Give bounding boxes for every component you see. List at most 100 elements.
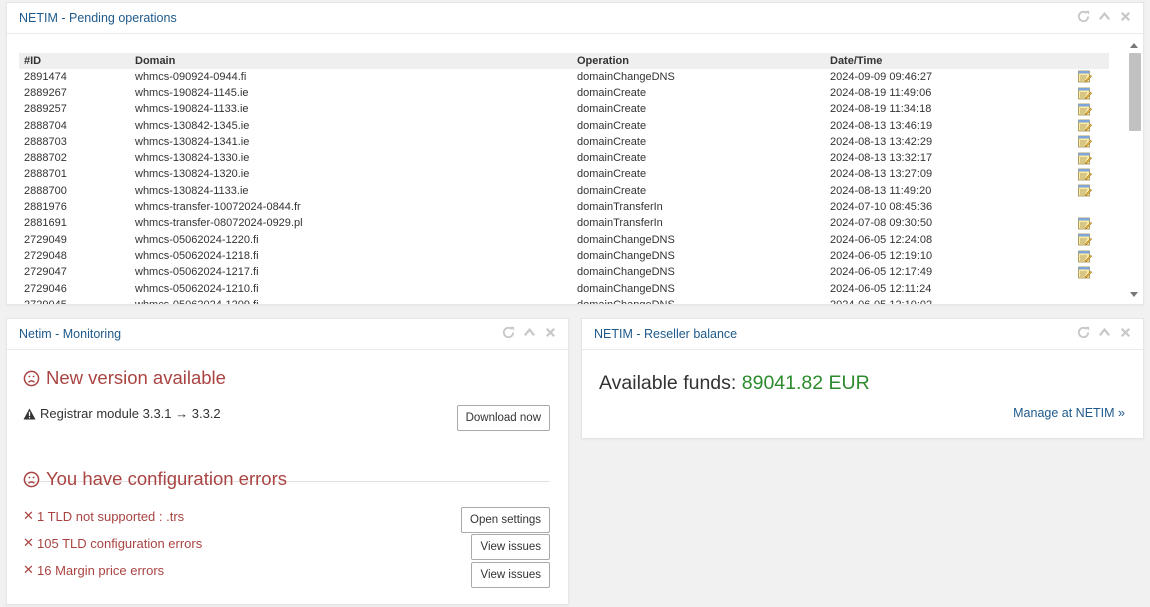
error-line-tld-not-supported: ✕ 1 TLD not supported : .trs [23,508,184,524]
edit-note-icon[interactable] [1078,103,1092,116]
cell-id: 2888702 [24,152,67,165]
cell-domain: whmcs-05062024-1217.fi [135,266,259,279]
cell-id: 2889257 [24,103,67,116]
new-version-heading-text: New version available [46,367,226,388]
cell-operation: domainChangeDNS [577,70,675,83]
cell-operation: domainCreate [577,86,647,99]
cell-operation: domainCreate [577,152,647,165]
edit-note-icon[interactable] [1078,135,1092,148]
panel-title: Netim - Monitoring [19,327,122,341]
cell-actions [1065,199,1109,215]
sad-face-icon [23,471,40,488]
table-row: 2888703 whmcs-130824-1341.ie domainCreate 2… [19,134,1109,150]
cell-actions [1065,102,1109,118]
refresh-icon[interactable] [1076,9,1091,24]
cell-id: 2729049 [24,233,67,246]
edit-note-icon[interactable] [1078,87,1092,100]
cell-operation: domainChangeDNS [577,233,675,246]
cell-actions [1065,232,1109,248]
config-errors-heading: You have configuration errors [23,468,287,490]
module-version-text: Registrar module 3.3.1 → 3.3.2 [40,406,221,421]
scrollbar[interactable] [1127,38,1141,302]
cell-operation: domainCreate [577,135,647,148]
operations-scroll-area[interactable]: #ID Domain Operation Date/Time 2891474 wh… [7,38,1127,304]
chevron-up-icon[interactable] [522,325,537,340]
edit-note-icon[interactable] [1078,217,1092,230]
open-settings-button[interactable]: Open settings [461,507,550,533]
view-issues-button[interactable]: View issues [471,534,550,560]
error-text: 16 Margin price errors [37,562,165,578]
cell-id: 2729046 [24,282,67,295]
chevron-up-icon[interactable] [1097,325,1112,340]
cell-actions [1065,297,1109,304]
cell-datetime: 2024-08-19 11:34:18 [830,103,932,116]
edit-note-icon[interactable] [1078,70,1092,83]
cell-domain: whmcs-05062024-1210.fi [135,282,259,295]
scroll-thumb[interactable] [1129,53,1141,131]
edit-note-icon[interactable] [1078,250,1092,263]
sad-face-icon [23,370,40,387]
available-funds-amount: 89041.82 EUR [741,372,870,394]
cell-operation: domainTransferIn [577,217,663,230]
edit-note-icon[interactable] [1078,233,1092,246]
panel-tools [1076,9,1133,24]
table-row: 2888704 whmcs-130842-1345.ie domainCreate 2… [19,118,1109,134]
cell-domain: whmcs-130824-1320.ie [135,168,250,181]
cell-operation: domainChangeDNS [577,249,675,262]
cell-actions [1065,69,1109,85]
edit-note-icon[interactable] [1078,184,1092,197]
monitoring-body: New version available Registrar module 3… [7,350,568,604]
panel-header: NETIM - Reseller balance [582,319,1143,350]
cell-id: 2881976 [24,201,67,214]
cell-domain: whmcs-130824-1341.ie [135,135,250,148]
cell-domain: whmcs-130842-1345.ie [135,119,250,132]
column-header-datetime: Date/Time [825,53,1065,69]
cell-actions [1065,134,1109,150]
edit-note-icon[interactable] [1078,119,1092,132]
cell-datetime: 2024-06-05 12:11:24 [830,282,932,295]
view-issues-button[interactable]: View issues [471,562,550,588]
new-version-heading: New version available [23,367,226,389]
chevron-up-icon[interactable] [1097,9,1112,24]
cell-operation: domainCreate [577,119,647,132]
cell-datetime: 2024-06-05 12:17:49 [830,266,933,279]
edit-note-icon[interactable] [1078,152,1092,165]
cell-id: 2729045 [19,297,130,304]
cell-actions [1065,216,1109,232]
reseller-balance-panel: NETIM - Reseller balance Available funds… [581,318,1144,439]
cell-operation: domainChangeDNS [577,266,675,279]
edit-note-icon[interactable] [1078,266,1092,279]
table-row: 2729047 whmcs-05062024-1217.fi domainChang… [19,265,1109,281]
cell-actions [1065,183,1109,199]
x-icon: ✕ [23,562,34,577]
cell-id: 2729047 [24,266,67,279]
close-icon[interactable] [1118,325,1133,340]
manage-at-netim-link[interactable]: Manage at NETIM » [1013,406,1125,420]
x-icon: ✕ [23,508,34,523]
refresh-icon[interactable] [1076,325,1091,340]
panel-tools [501,325,558,340]
scroll-up-icon[interactable] [1130,43,1138,48]
table-row: 2889267 whmcs-190824-1145.ie domainCreate 2… [19,85,1109,101]
cell-operation: domainCreate [577,103,647,116]
cell-id: 2891474 [24,70,67,83]
cell-domain: whmcs-190824-1133.ie [135,103,249,116]
operations-table-body: 2891474 whmcs-090924-0944.fi domainChangeD… [19,69,1109,304]
cell-datetime: 2024-08-13 13:42:29 [830,135,933,148]
scroll-down-icon[interactable] [1130,292,1138,297]
refresh-icon[interactable] [501,325,516,340]
cell-operation: domainChangeDNS [572,297,825,304]
download-now-button[interactable]: Download now [456,405,550,431]
column-header-actions [1065,53,1109,69]
cell-domain: whmcs-transfer-08072024-0929.pl [135,217,303,230]
error-line-tld-config: ✕ 105 TLD configuration errors [23,535,202,551]
close-icon[interactable] [1118,9,1133,24]
cell-operation: domainChangeDNS [577,282,675,295]
table-row: 2729045whmcs-05062024-1209.fidomainChang… [19,297,1109,304]
close-icon[interactable] [543,325,558,340]
error-text: 105 TLD configuration errors [37,535,203,551]
table-row: 2888701 whmcs-130824-1320.ie domainCreate 2… [19,167,1109,183]
error-text: 1 TLD not supported : .trs [37,508,185,524]
edit-note-icon[interactable] [1078,168,1092,181]
table-row: 2888702 whmcs-130824-1330.ie domainCreate 2… [19,150,1109,166]
